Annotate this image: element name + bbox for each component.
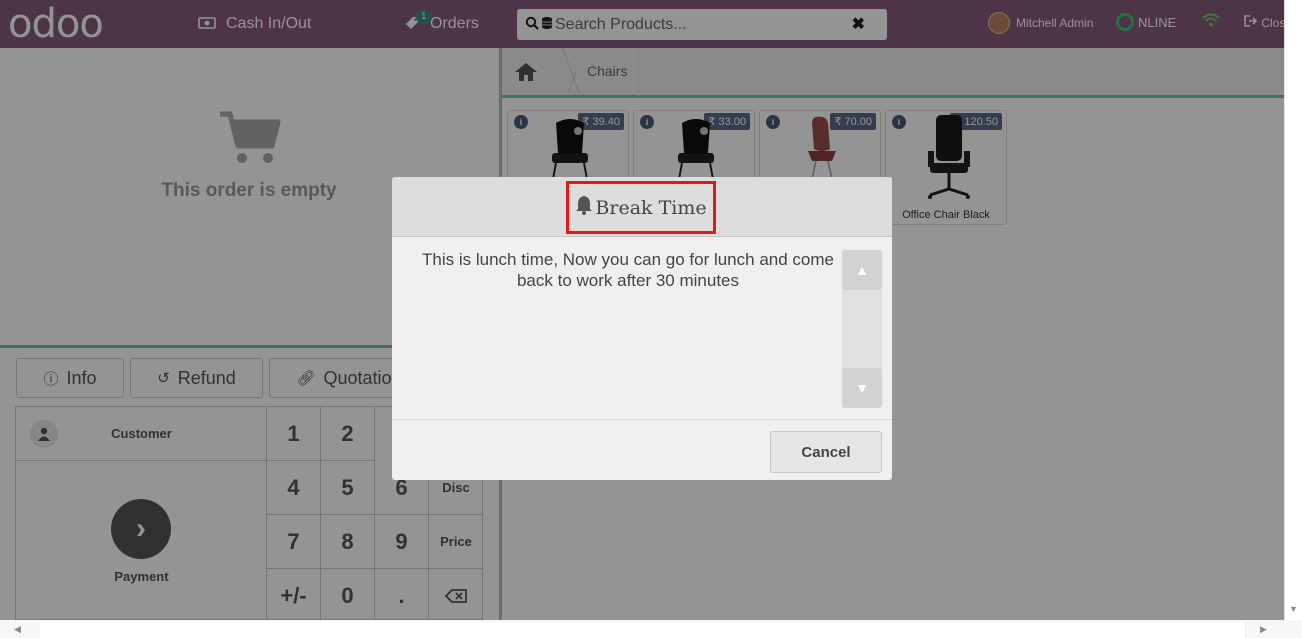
horizontal-scrollbar[interactable]: ◀ ▶ [0, 620, 1302, 638]
horizontal-scroll-thumb[interactable] [40, 622, 1244, 638]
scroll-down-arrow-icon[interactable]: ▼ [1289, 604, 1298, 614]
dialog-title-text: Break Time [595, 196, 707, 219]
vertical-scrollbar[interactable]: ▼ [1284, 0, 1302, 620]
scroll-right-arrow-icon[interactable]: ▶ [1260, 624, 1267, 635]
scroll-left-arrow-icon[interactable]: ◀ [14, 624, 21, 635]
scroll-down-icon[interactable]: ▼ [842, 368, 882, 408]
break-time-dialog: Break Time This is lunch time, Now you c… [392, 177, 892, 480]
dialog-header: Break Time [392, 177, 892, 237]
dialog-footer: Cancel [392, 419, 892, 480]
scroll-up-icon[interactable]: ▲ [842, 250, 882, 290]
dialog-message: This is lunch time, Now you can go for l… [422, 250, 834, 290]
bell-icon [575, 195, 593, 220]
dialog-body: This is lunch time, Now you can go for l… [392, 238, 892, 419]
dialog-title: Break Time [566, 181, 716, 234]
cancel-button[interactable]: Cancel [770, 431, 882, 473]
dialog-scrollbar[interactable]: ▲ ▼ [842, 250, 882, 408]
